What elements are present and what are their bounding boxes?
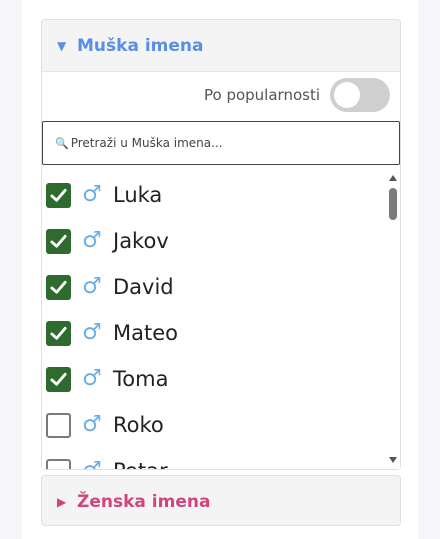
list-item[interactable]: ♂ Mateo <box>42 310 386 356</box>
men-names-title: Muška imena <box>77 35 204 56</box>
women-names-title: Ženska imena <box>77 491 211 512</box>
toggle-knob <box>334 82 360 108</box>
sort-popularity-label: Po popularnosti <box>204 86 320 104</box>
men-names-header[interactable]: ▼ Muška imena <box>42 20 400 71</box>
men-names-body: Po popularnosti 🔍 ♂ Luka ♂ Jakov ♂ David ♂ Mate… <box>42 71 400 469</box>
name-label: David <box>113 275 174 299</box>
search-field[interactable]: 🔍 <box>42 121 400 165</box>
name-label: Roko <box>113 413 164 437</box>
checkmark-icon <box>50 188 67 202</box>
women-names-header[interactable]: ▶ Ženska imena <box>42 476 400 527</box>
scroll-down-arrow-icon[interactable] <box>389 457 397 463</box>
list-item[interactable]: ♂ David <box>42 264 386 310</box>
male-icon: ♂ <box>82 274 102 299</box>
checkbox-unchecked[interactable] <box>46 458 71 469</box>
male-icon: ♂ <box>82 182 102 207</box>
expand-arrow-icon: ▶ <box>57 494 67 509</box>
men-names-section: ▼ Muška imena Po popularnosti 🔍 ♂ Luka ♂ Ja… <box>41 19 401 470</box>
checkbox-checked[interactable] <box>46 274 71 300</box>
search-input[interactable] <box>70 136 371 150</box>
search-icon: 🔍 <box>55 136 69 150</box>
women-names-section: ▶ Ženska imena <box>41 475 401 526</box>
checkmark-icon <box>50 280 67 294</box>
male-icon: ♂ <box>80 460 104 470</box>
scroll-up-arrow-icon[interactable] <box>389 175 397 181</box>
name-label: Mateo <box>113 321 178 345</box>
filter-card: ▼ Muška imena Po popularnosti 🔍 ♂ Luka ♂ Ja… <box>22 0 418 539</box>
checkmark-icon <box>50 326 67 340</box>
name-label: Petar <box>113 459 168 469</box>
checkmark-icon <box>50 234 67 248</box>
male-icon: ♂ <box>82 320 102 345</box>
list-item[interactable]: ♂ Petar <box>42 448 386 469</box>
checkbox-checked[interactable] <box>46 228 71 254</box>
names-scrollbar[interactable] <box>386 172 400 469</box>
male-icon: ♂ <box>82 366 102 391</box>
checkbox-checked[interactable] <box>46 366 71 392</box>
sort-popularity-toggle[interactable] <box>330 78 390 112</box>
checkmark-icon <box>50 372 67 386</box>
list-item[interactable]: ♂ Toma <box>42 356 386 402</box>
list-item[interactable]: ♂ Luka <box>42 172 386 218</box>
collapse-arrow-icon: ▼ <box>57 38 67 53</box>
checkbox-checked[interactable] <box>46 182 71 208</box>
sort-row: Po popularnosti <box>204 78 390 112</box>
name-label: Toma <box>113 367 169 391</box>
name-label: Jakov <box>113 229 169 253</box>
names-list: ♂ Luka ♂ Jakov ♂ David ♂ Mateo ♂ Toma ♂ Roko ♂ Petar <box>42 172 386 469</box>
checkbox-checked[interactable] <box>46 320 71 346</box>
checkbox-unchecked[interactable] <box>46 412 71 438</box>
scrollbar-thumb[interactable] <box>389 188 397 220</box>
male-icon: ♂ <box>82 412 102 437</box>
list-item[interactable]: ♂ Roko <box>42 402 386 448</box>
name-label: Luka <box>113 183 163 207</box>
male-icon: ♂ <box>82 228 102 253</box>
list-item[interactable]: ♂ Jakov <box>42 218 386 264</box>
